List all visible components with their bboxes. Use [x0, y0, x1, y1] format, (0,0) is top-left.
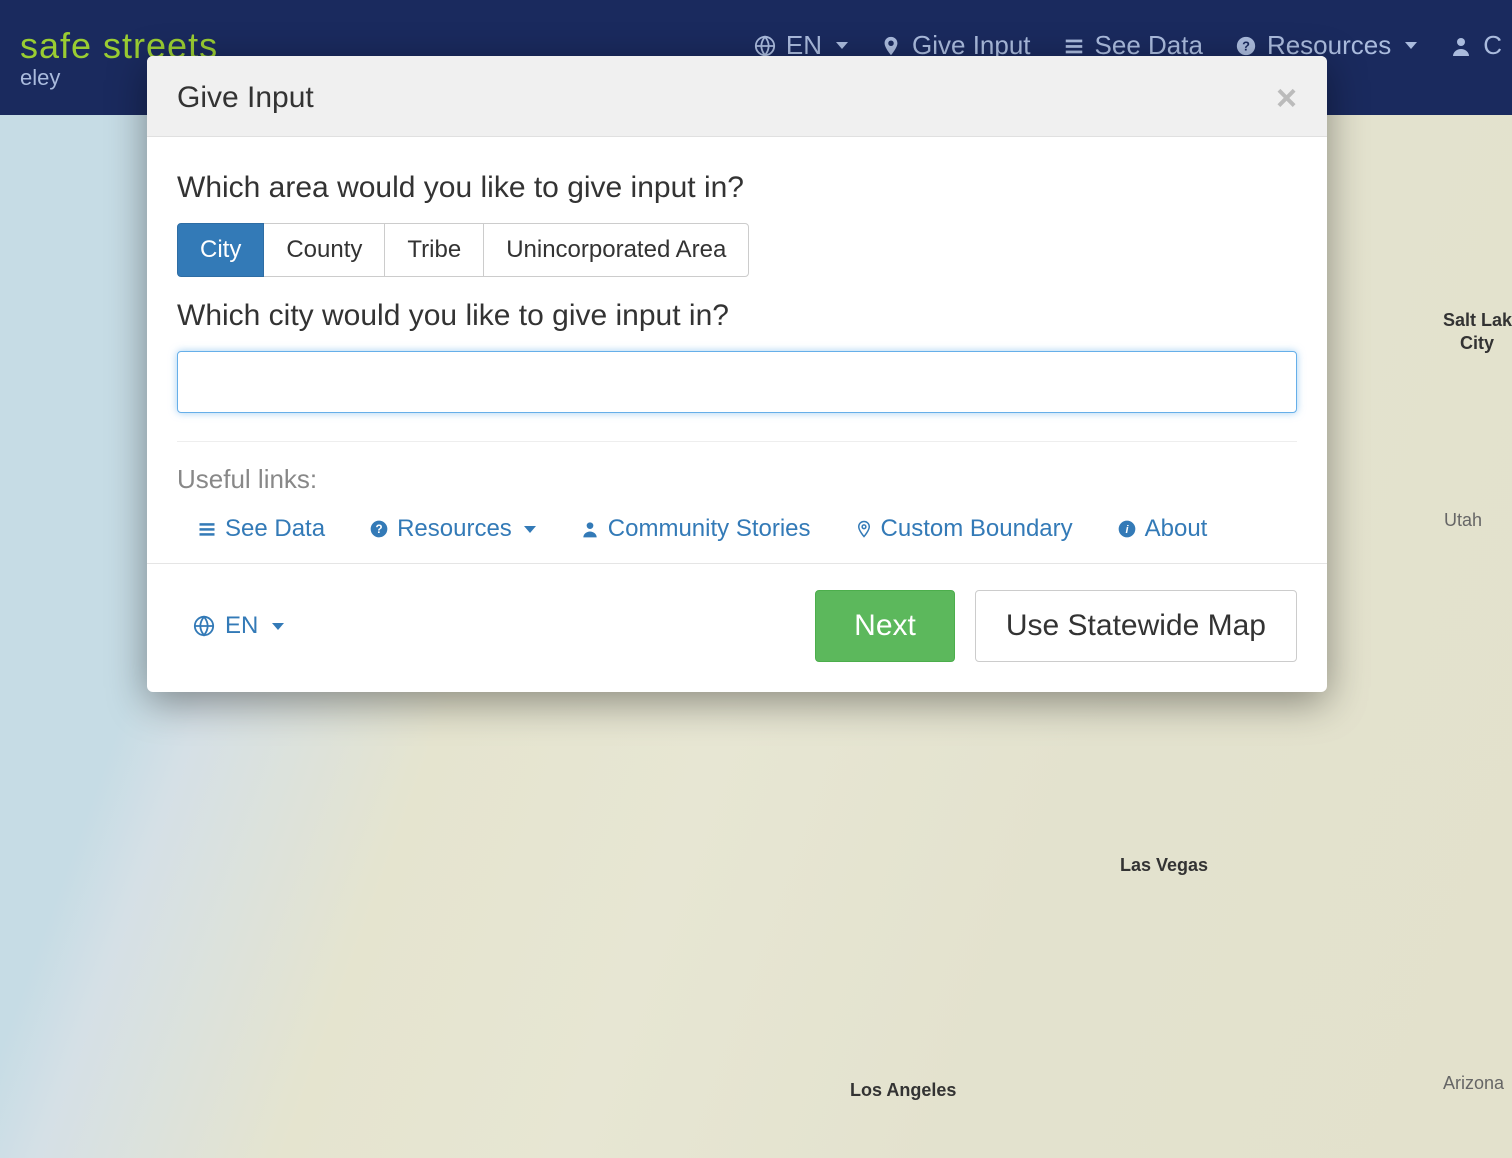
chevron-down-icon: [524, 526, 536, 533]
link-about-label: About: [1145, 515, 1208, 543]
next-button[interactable]: Next: [815, 590, 955, 662]
svg-text:?: ?: [376, 523, 383, 536]
modal-title: Give Input: [177, 81, 314, 115]
link-see-data-label: See Data: [225, 515, 325, 543]
chevron-down-icon: [272, 623, 284, 630]
area-option-tribe[interactable]: Tribe: [384, 223, 484, 277]
question-icon: ?: [369, 519, 389, 539]
area-option-county[interactable]: County: [263, 223, 385, 277]
modal-header: Give Input ×: [147, 56, 1327, 137]
link-about[interactable]: i About: [1117, 515, 1208, 543]
user-icon: [580, 519, 600, 539]
link-custom-boundary-label: Custom Boundary: [881, 515, 1073, 543]
divider: [177, 441, 1297, 442]
area-button-group: City County Tribe Unincorporated Area: [177, 223, 1297, 277]
link-community-stories[interactable]: Community Stories: [580, 515, 811, 543]
modal-footer: EN Next Use Statewide Map: [147, 563, 1327, 692]
modal-body: Which area would you like to give input …: [147, 137, 1327, 563]
city-input[interactable]: [177, 351, 1297, 413]
area-question: Which area would you like to give input …: [177, 171, 1297, 205]
close-button[interactable]: ×: [1276, 80, 1297, 116]
pin-icon: [855, 519, 873, 539]
area-option-city[interactable]: City: [177, 223, 264, 277]
footer-buttons: Next Use Statewide Map: [815, 590, 1297, 662]
footer-lang-label: EN: [225, 612, 258, 640]
useful-links: See Data ? Resources Community Stories: [177, 515, 1297, 543]
give-input-modal: Give Input × Which area would you like t…: [147, 56, 1327, 692]
close-icon: ×: [1276, 77, 1297, 118]
useful-links-label: Useful links:: [177, 464, 1297, 495]
info-icon: i: [1117, 519, 1137, 539]
link-resources[interactable]: ? Resources: [369, 515, 536, 543]
link-see-data[interactable]: See Data: [197, 515, 325, 543]
footer-language[interactable]: EN: [177, 612, 284, 640]
link-resources-label: Resources: [397, 515, 512, 543]
link-community-stories-label: Community Stories: [608, 515, 811, 543]
statewide-map-button[interactable]: Use Statewide Map: [975, 590, 1297, 662]
globe-icon: [193, 615, 215, 637]
link-custom-boundary[interactable]: Custom Boundary: [855, 515, 1073, 543]
city-question: Which city would you like to give input …: [177, 299, 1297, 333]
modal-backdrop: Give Input × Which area would you like t…: [0, 0, 1512, 1158]
list-icon: [197, 519, 217, 539]
area-option-unincorporated[interactable]: Unincorporated Area: [483, 223, 749, 277]
